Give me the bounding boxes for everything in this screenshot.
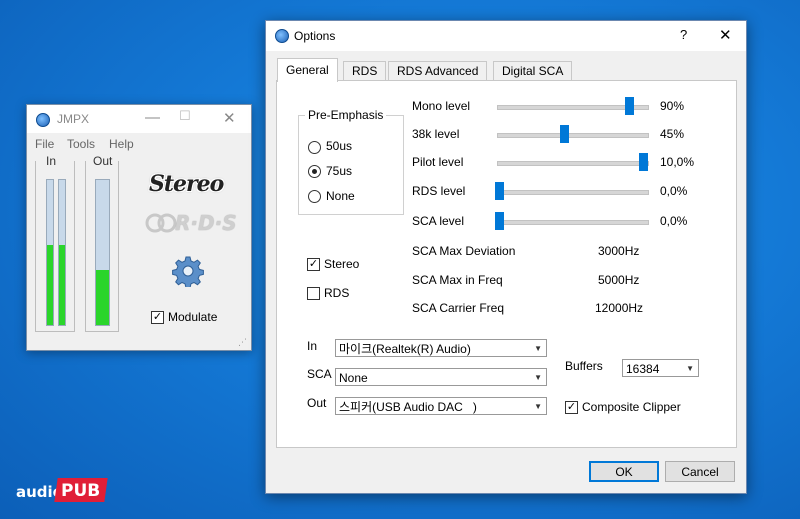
menu-help[interactable]: Help	[109, 137, 134, 151]
slider-value-4: 0,0%	[660, 214, 688, 228]
buffers-select[interactable]: 16384 ▼	[622, 359, 699, 377]
gear-icon[interactable]	[172, 255, 204, 287]
stereo-checkbox-label: Stereo	[324, 257, 360, 271]
radio-75us[interactable]	[308, 165, 321, 178]
audiopub-logo: audio PUB	[16, 478, 108, 504]
out-meter	[95, 179, 110, 326]
slider-track-3[interactable]	[497, 190, 649, 195]
slider-thumb-2[interactable]	[639, 153, 648, 171]
sca-max-in-freq-value: 5000Hz	[598, 273, 640, 287]
minimize-icon[interactable]: —	[145, 109, 160, 126]
app-speaker-icon	[275, 29, 289, 43]
tab-digital-sca[interactable]: Digital SCA	[493, 61, 573, 81]
in-right-meter	[58, 179, 66, 326]
tab-rds-advanced[interactable]: RDS Advanced	[388, 61, 488, 81]
in-device-label: In	[307, 339, 318, 353]
stereo-indicator: Stereo	[149, 171, 224, 197]
options-title: Options	[294, 29, 336, 43]
modulate-label: Modulate	[168, 310, 218, 324]
ok-button[interactable]: OK	[589, 461, 659, 482]
rds-checkbox[interactable]	[307, 287, 320, 300]
out-device-label: Out	[307, 396, 327, 410]
sca-carrier-freq-label: SCA Carrier Freq	[412, 301, 505, 315]
rds-rings-icon	[145, 213, 177, 233]
slider-track-4[interactable]	[497, 220, 649, 225]
slider-label-4: SCA level	[412, 214, 465, 228]
slider-track-2[interactable]	[497, 161, 649, 166]
jmpx-title: JMPX	[57, 112, 90, 126]
radio-50us-label: 50us	[326, 139, 353, 153]
slider-value-3: 0,0%	[660, 184, 688, 198]
slider-track-1[interactable]	[497, 133, 649, 138]
options-dialog: Options ? ✕ General RDS RDS Advanced Dig…	[265, 20, 747, 494]
logo-pub-text: PUB	[61, 481, 101, 501]
cancel-button[interactable]: Cancel	[665, 461, 735, 482]
in-left-meter	[46, 179, 54, 326]
slider-label-0: Mono level	[412, 99, 471, 113]
chevron-down-icon: ▼	[534, 402, 542, 411]
sca-max-in-freq-label: SCA Max in Freq	[412, 273, 503, 287]
chevron-down-icon: ▼	[534, 373, 542, 382]
slider-value-1: 45%	[660, 127, 685, 141]
rds-indicator: R·D·S	[145, 209, 241, 237]
close-icon[interactable]: ✕	[223, 109, 236, 127]
sca-max-deviation-value: 3000Hz	[598, 244, 640, 258]
slider-thumb-0[interactable]	[624, 97, 634, 115]
in-meter-group	[35, 161, 75, 332]
slider-label-2: Pilot level	[412, 155, 464, 169]
slider-value-2: 10,0%	[660, 155, 695, 169]
maximize-icon: ☐	[179, 108, 191, 123]
modulate-checkbox[interactable]: ✓	[151, 311, 164, 324]
slider-label-1: 38k level	[412, 127, 460, 141]
radio-none-label: None	[326, 189, 355, 203]
in-meter-label: In	[44, 154, 59, 168]
menu-file[interactable]: File	[35, 137, 54, 151]
radio-50us[interactable]	[308, 141, 321, 154]
radio-none[interactable]	[308, 190, 321, 203]
slider-value-0: 90%	[660, 99, 685, 113]
general-tab-panel: Pre-Emphasis 50us 75us None Mono level 90…	[276, 80, 737, 448]
sca-device-label: SCA	[307, 367, 332, 381]
sca-carrier-freq-value: 12000Hz	[595, 301, 644, 315]
slider-label-3: RDS level	[412, 184, 466, 198]
options-titlebar[interactable]: Options ? ✕	[266, 21, 746, 51]
slider-thumb-4[interactable]	[495, 212, 504, 230]
out-device-select[interactable]: 스피커(USB Audio DAC ) ▼	[335, 397, 547, 415]
slider-thumb-3[interactable]	[495, 182, 504, 200]
sca-max-deviation-label: SCA Max Deviation	[412, 244, 516, 258]
sca-device-select[interactable]: None ▼	[335, 368, 547, 386]
composite-clipper-label: Composite Clipper	[582, 400, 681, 414]
menu-tools[interactable]: Tools	[67, 137, 95, 151]
in-device-select[interactable]: 마이크(Realtek(R) Audio) ▼	[335, 339, 547, 357]
radio-75us-label: 75us	[326, 164, 353, 178]
tab-rds[interactable]: RDS	[343, 61, 387, 81]
preemphasis-label: Pre-Emphasis	[305, 108, 387, 122]
resize-grip-icon[interactable]: ⋰	[238, 337, 247, 348]
jmpx-window: JMPX — ☐ ✕ File Tools Help In Out Stereo…	[26, 104, 252, 351]
chevron-down-icon: ▼	[686, 364, 694, 373]
close-icon[interactable]: ✕	[719, 26, 732, 44]
help-icon[interactable]: ?	[680, 27, 687, 42]
chevron-down-icon: ▼	[534, 344, 542, 353]
out-meter-label: Out	[91, 154, 115, 168]
buffers-label: Buffers	[565, 359, 603, 373]
tab-general[interactable]: General	[277, 58, 338, 82]
jmpx-titlebar[interactable]: JMPX — ☐ ✕	[27, 105, 251, 133]
stereo-checkbox[interactable]: ✓	[307, 258, 320, 271]
slider-thumb-1[interactable]	[559, 125, 569, 143]
composite-clipper-checkbox[interactable]: ✓	[565, 401, 578, 414]
rds-logo-text: R·D·S	[175, 211, 237, 235]
app-speaker-icon	[36, 113, 50, 127]
rds-checkbox-label: RDS	[324, 286, 350, 300]
